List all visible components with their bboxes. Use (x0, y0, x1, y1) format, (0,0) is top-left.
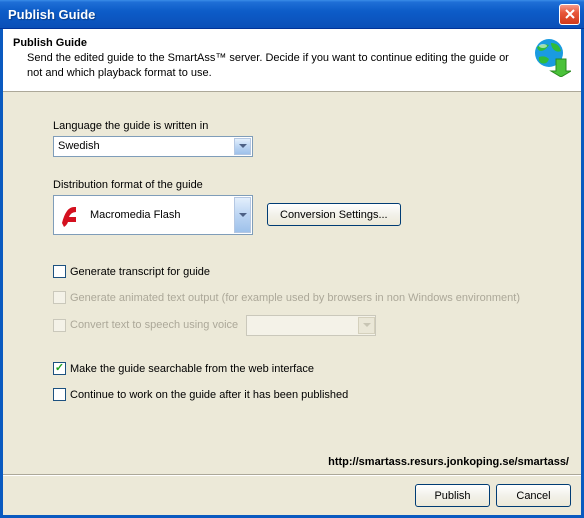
animated-text-label: Generate animated text output (for examp… (70, 292, 520, 304)
language-select[interactable]: Swedish (53, 136, 253, 157)
chevron-down-icon (358, 317, 375, 334)
language-label: Language the guide is written in (53, 120, 531, 132)
transcript-checkbox[interactable] (53, 265, 66, 278)
window-title: Publish Guide (8, 7, 559, 22)
publish-globe-icon (531, 37, 571, 77)
header-panel: Publish Guide Send the edited guide to t… (3, 29, 581, 92)
format-value: Macromedia Flash (90, 209, 234, 221)
tts-label: Convert text to speech using voice (70, 319, 238, 331)
close-button[interactable] (559, 4, 580, 25)
animated-text-checkbox (53, 291, 66, 304)
continue-editing-checkbox[interactable] (53, 388, 66, 401)
tts-checkbox (53, 319, 66, 332)
footer: Publish Cancel (3, 476, 581, 515)
transcript-label: Generate transcript for guide (70, 266, 210, 278)
publish-button[interactable]: Publish (415, 484, 490, 507)
chevron-down-icon (234, 197, 251, 233)
header-title: Publish Guide (13, 37, 523, 49)
cancel-button[interactable]: Cancel (496, 484, 571, 507)
searchable-label: Make the guide searchable from the web i… (70, 363, 314, 375)
conversion-settings-button[interactable]: Conversion Settings... (267, 203, 401, 226)
format-label: Distribution format of the guide (53, 179, 531, 191)
voice-select (246, 315, 376, 336)
language-value: Swedish (58, 140, 234, 152)
flash-icon (56, 201, 84, 229)
searchable-checkbox[interactable] (53, 362, 66, 375)
chevron-down-icon (234, 138, 251, 155)
window-body: Publish Guide Send the edited guide to t… (0, 29, 584, 518)
header-description: Send the edited guide to the SmartAss™ s… (13, 51, 523, 81)
format-select[interactable]: Macromedia Flash (53, 195, 253, 235)
titlebar: Publish Guide (0, 0, 584, 29)
server-url: http://smartass.resurs.jonkoping.se/smar… (3, 450, 581, 474)
content-area: Language the guide is written in Swedish… (3, 92, 581, 450)
continue-editing-label: Continue to work on the guide after it h… (70, 389, 348, 401)
